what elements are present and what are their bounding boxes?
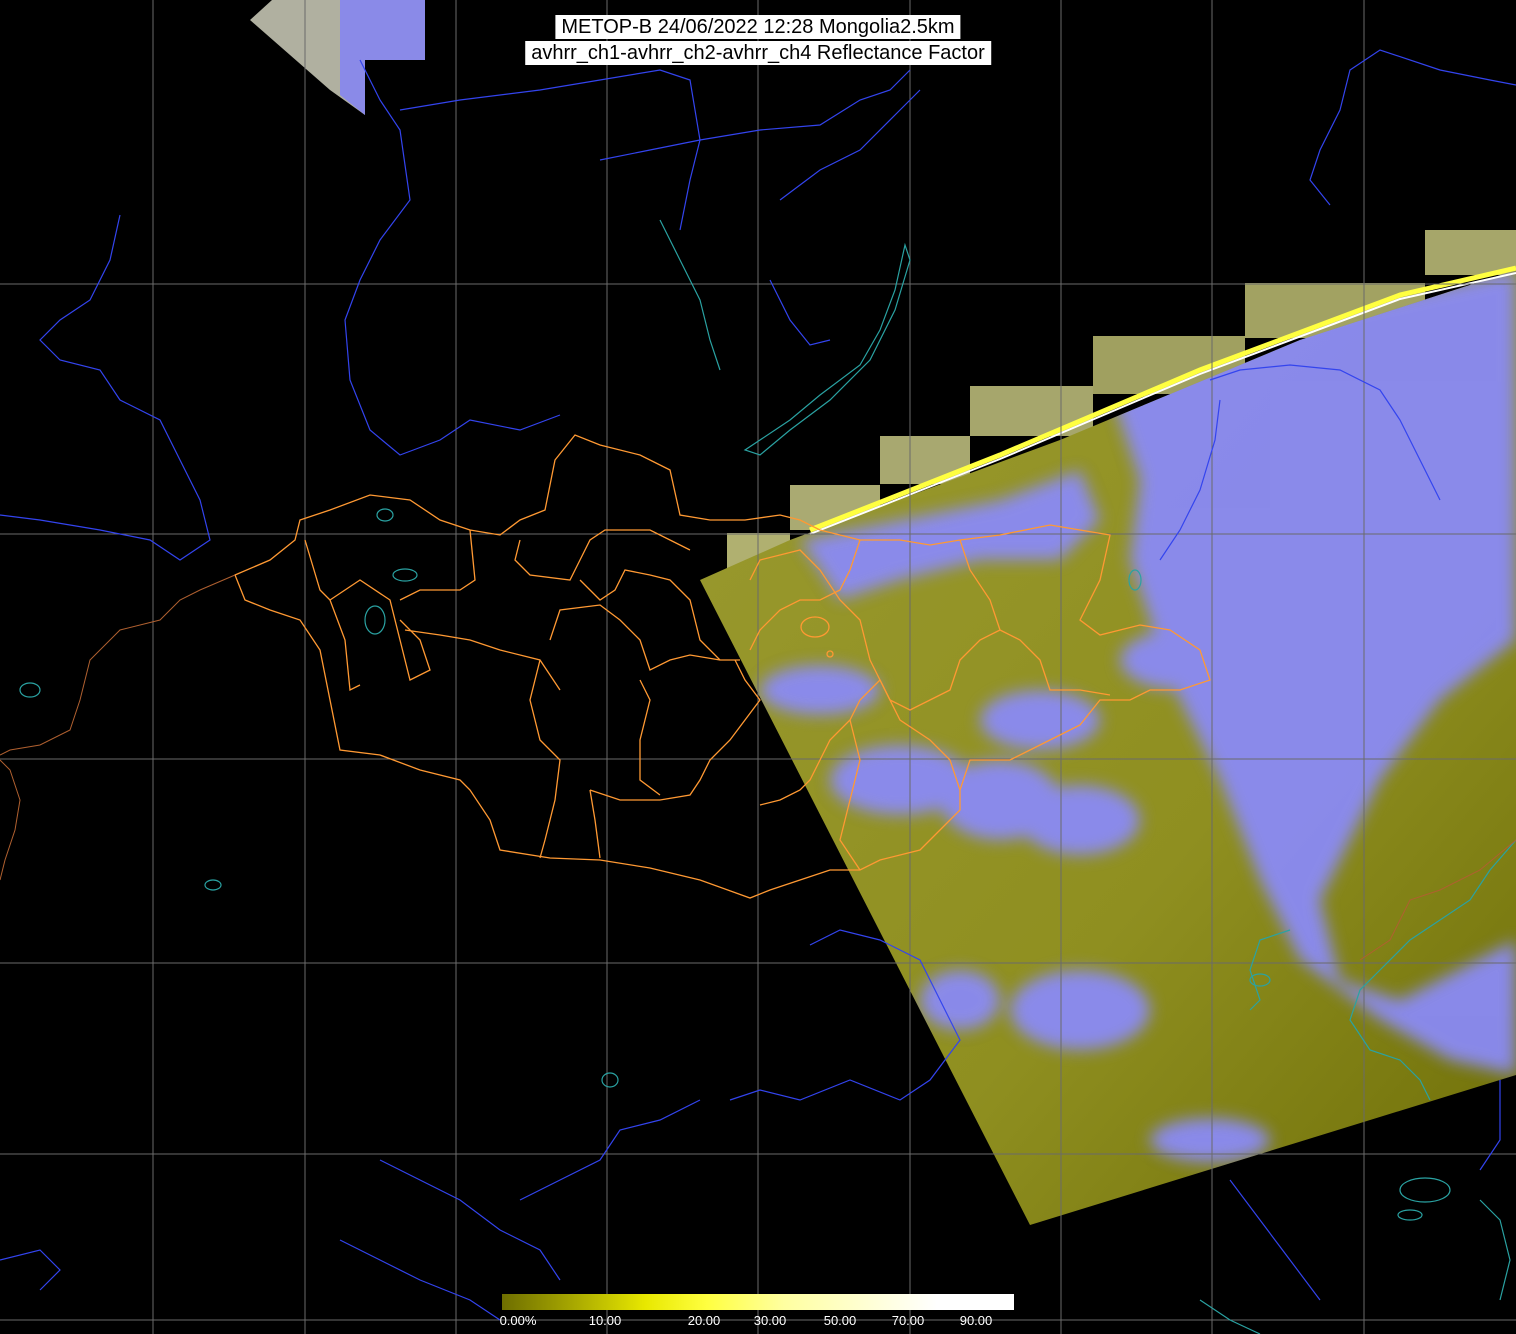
map-title-line2: avhrr_ch1-avhrr_ch2-avhrr_ch4 Reflectanc… [525, 41, 991, 65]
color-scale-legend: 0.00% 10.00 20.00 30.00 50.00 70.00 90.0… [499, 1294, 1014, 1334]
color-scale-label: 70.00 [891, 1313, 925, 1328]
color-scale-label: 20.00 [687, 1313, 721, 1328]
color-scale-label: 0.00% [499, 1313, 537, 1328]
map-title-line1: METOP-B 24/06/2022 12:28 Mongolia2.5km [555, 15, 961, 39]
satellite-map [0, 0, 1516, 1334]
color-scale-label: 50.00 [823, 1313, 857, 1328]
color-scale-ticks: 0.00% 10.00 20.00 30.00 50.00 70.00 90.0… [499, 1310, 1014, 1334]
color-scale-label: 30.00 [753, 1313, 787, 1328]
color-scale-label: 10.00 [588, 1313, 622, 1328]
color-scale-ramp [502, 1294, 1014, 1310]
color-scale-label: 90.00 [959, 1313, 993, 1328]
